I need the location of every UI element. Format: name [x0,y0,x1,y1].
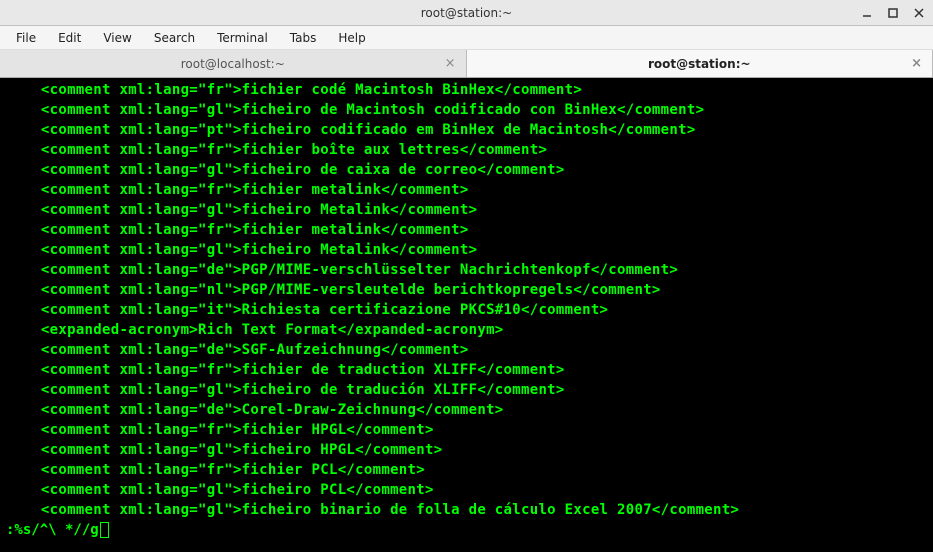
menu-search[interactable]: Search [144,28,205,48]
terminal-line: <comment xml:lang="nl">PGP/MIME-versleut… [6,280,927,300]
terminal-line: <comment xml:lang="fr">fichier codé Maci… [6,80,927,100]
terminal-line: <comment xml:lang="fr">fichier PCL</comm… [6,460,927,480]
terminal-line: <comment xml:lang="de">SGF-Aufzeichnung<… [6,340,927,360]
menu-view[interactable]: View [93,28,141,48]
terminal-window: root@station:~ File Edit View Search Ter… [0,0,933,552]
terminal-line: <comment xml:lang="it">Richiesta certifi… [6,300,927,320]
tab-close-icon[interactable]: × [911,56,922,71]
terminal-line: <comment xml:lang="fr">fichier metalink<… [6,220,927,240]
menu-help[interactable]: Help [328,28,375,48]
terminal-line: <comment xml:lang="fr">fichier de traduc… [6,360,927,380]
terminal-line: <comment xml:lang="gl">ficheiro de tradu… [6,380,927,400]
tab-label: root@station:~ [648,57,751,71]
titlebar: root@station:~ [0,0,933,26]
tab-label: root@localhost:~ [181,57,285,71]
terminal-line: <comment xml:lang="gl">ficheiro de Macin… [6,100,927,120]
menu-tabs[interactable]: Tabs [280,28,327,48]
command-text: :%s/^\ *//g [6,520,99,540]
terminal-line: <comment xml:lang="gl">ficheiro PCL</com… [6,480,927,500]
window-controls [859,5,927,21]
tab-station[interactable]: root@station:~ × [467,50,933,77]
terminal-line: <comment xml:lang="gl">ficheiro HPGL</co… [6,440,927,460]
menu-terminal[interactable]: Terminal [207,28,278,48]
terminal-line: <expanded-acronym>Rich Text Format</expa… [6,320,927,340]
terminal-line: <comment xml:lang="de">Corel-Draw-Zeichn… [6,400,927,420]
terminal-line: <comment xml:lang="gl">ficheiro de caixa… [6,160,927,180]
terminal-output[interactable]: <comment xml:lang="fr">fichier codé Maci… [0,78,933,552]
menu-file[interactable]: File [6,28,46,48]
menubar: File Edit View Search Terminal Tabs Help [0,26,933,50]
tab-localhost[interactable]: root@localhost:~ × [0,50,467,77]
terminal-line: <comment xml:lang="fr">fichier HPGL</com… [6,420,927,440]
terminal-line: <comment xml:lang="gl">ficheiro Metalink… [6,200,927,220]
terminal-line: <comment xml:lang="de">PGP/MIME-verschlü… [6,260,927,280]
terminal-line: <comment xml:lang="gl">ficheiro binario … [6,500,927,520]
tab-close-icon[interactable]: × [445,56,456,71]
tabbar: root@localhost:~ × root@station:~ × [0,50,933,78]
menu-edit[interactable]: Edit [48,28,91,48]
close-icon[interactable] [911,5,927,21]
window-title: root@station:~ [0,6,933,20]
terminal-line: <comment xml:lang="pt">ficheiro codifica… [6,120,927,140]
minimize-icon[interactable] [859,5,875,21]
terminal-line: <comment xml:lang="gl">ficheiro Metalink… [6,240,927,260]
vim-command-line[interactable]: :%s/^\ *//g [6,520,927,540]
terminal-line: <comment xml:lang="fr">fichier boîte aux… [6,140,927,160]
terminal-line: <comment xml:lang="fr">fichier metalink<… [6,180,927,200]
cursor [100,522,109,538]
maximize-icon[interactable] [885,5,901,21]
